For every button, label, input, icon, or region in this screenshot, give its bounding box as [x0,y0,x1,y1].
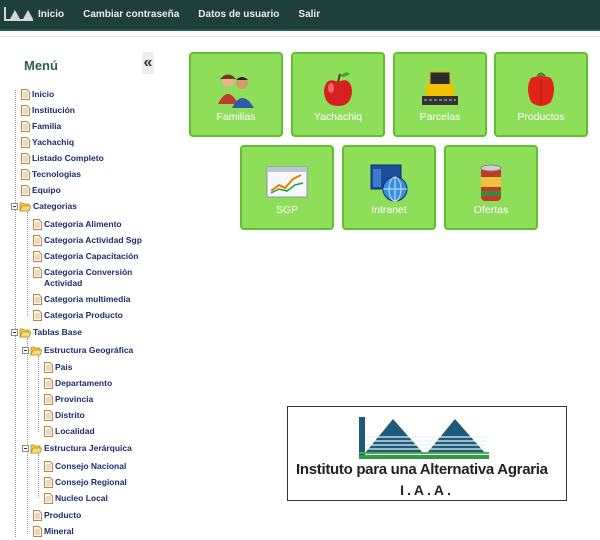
menu-folder-tablas-base[interactable]: Tablas Base [11,327,82,338]
nav-inicio-link[interactable]: Inicio [38,9,64,20]
apple-icon [324,72,352,106]
menu-item-label-continuation[interactable]: Actividad [44,278,82,289]
pepper-icon [528,72,554,106]
tractor-icon [422,71,458,105]
file-icon [33,219,42,230]
menu-title: Menú [24,58,58,73]
menu-item-nucleo-local[interactable]: Nucleo Local [44,493,108,504]
file-icon [21,153,30,164]
file-icon [21,169,30,180]
menu-item-categoria-multimedia[interactable]: Categoria multimedia [33,294,130,305]
chart-window-icon [266,166,308,198]
divider [0,36,600,37]
file-icon [33,267,42,278]
menu-item-institucion[interactable]: Institución [21,105,75,116]
file-icon [44,378,53,389]
tile-label: Parcelas [419,111,461,123]
tile-label: Familias [216,111,256,123]
tile-label: Intranet [371,204,407,216]
menu-item-distrito[interactable]: Distrito [44,410,85,421]
menu-item-departamento[interactable]: Departamento [44,378,112,389]
tile-label: Ofertas [473,204,509,216]
iaa-logo-icon [359,417,489,459]
tile-label: Productos [517,111,565,123]
open-folder-icon [11,202,31,212]
tile-intranet[interactable]: Intranet [342,145,436,230]
menu-item-provincia[interactable]: Provincia [44,394,93,405]
collapse-menu-button[interactable]: « [142,52,154,74]
menu-item-mineral[interactable]: Mineral [33,526,74,537]
file-icon [44,461,53,472]
nav-salir-link[interactable]: Salir [298,9,320,20]
can-icon [480,164,502,201]
menu-item-listado-completo[interactable]: Listado Completo [21,153,104,164]
menu-item-yachachiq[interactable]: Yachachiq [21,137,74,148]
menu-item-tecnologias[interactable]: Tecnologias [21,169,81,180]
file-icon [33,526,42,537]
file-icon [44,426,53,437]
file-icon [21,137,30,148]
menu-folder-categorias[interactable]: Categorias [11,201,77,212]
file-icon [44,394,53,405]
tile-parcelas[interactable]: Parcelas [393,52,487,137]
menu-item-producto[interactable]: Producto [33,510,81,521]
menu-item-consejo-regional[interactable]: Consejo Regional [44,477,127,488]
nav-datos-usuario-link[interactable]: Datos de usuario [198,9,279,20]
menu-folder-estructura-geografica[interactable]: Estructura Geográfica [22,345,133,356]
brand-logo-icon [2,3,36,25]
file-icon [44,410,53,421]
file-icon [44,362,53,373]
file-icon [33,510,42,521]
file-icon [33,294,42,305]
open-folder-icon [11,328,31,338]
file-icon [33,310,42,321]
logo-title: Instituto para una Alternativa Agraria [296,461,548,478]
tile-familias[interactable]: Familias [189,52,283,137]
tile-yachachiq[interactable]: Yachachiq [291,52,385,137]
tile-label: SGP [275,204,299,216]
file-icon [21,105,30,116]
menu-item-localidad[interactable]: Localidad [44,426,95,437]
tile-ofertas[interactable]: Ofertas [444,145,538,230]
file-icon [33,251,42,262]
menu-item-categoria-capacitacion[interactable]: Categoria Capacitación [33,251,138,262]
tile-productos[interactable]: Productos [494,52,588,137]
globe-icon [370,164,408,202]
menu-item-pais[interactable]: Pais [44,362,73,373]
file-icon [33,235,42,246]
tile-sgp[interactable]: SGP [240,145,334,230]
nav-cambiar-contrasena-link[interactable]: Cambiar contraseña [83,9,179,20]
top-navbar: Inicio Cambiar contraseña Datos de usuar… [0,0,600,31]
file-icon [21,89,30,100]
file-icon [21,121,30,132]
menu-item-inicio[interactable]: Inicio [21,89,54,100]
tile-label: Yachachiq [313,111,363,123]
menu-item-categoria-alimento[interactable]: Categoria Alimento [33,219,122,230]
menu-item-categoria-conversion-actividad[interactable]: Categoria Conversión [33,267,132,278]
logo-abbreviation: I.A.A. [400,482,454,498]
menu-item-consejo-nacional[interactable]: Consejo Nacional [44,461,126,472]
file-icon [21,185,30,196]
file-icon [44,493,53,504]
file-icon [44,477,53,488]
open-folder-icon [22,346,42,356]
menu-item-categoria-producto[interactable]: Categoria Producto [33,310,123,321]
menu-item-equipo[interactable]: Equipo [21,185,61,196]
menu-item-familia[interactable]: Familia [21,121,61,132]
open-folder-icon [22,444,42,454]
menu-item-categoria-actividad-sgp[interactable]: Categoria Actividad Sgp [33,235,142,246]
menu-folder-estructura-jerarquica[interactable]: Estructura Jerárquica [22,443,132,454]
family-icon [218,74,254,108]
iaa-logo-panel: Instituto para una Alternativa Agraria I… [287,406,567,501]
